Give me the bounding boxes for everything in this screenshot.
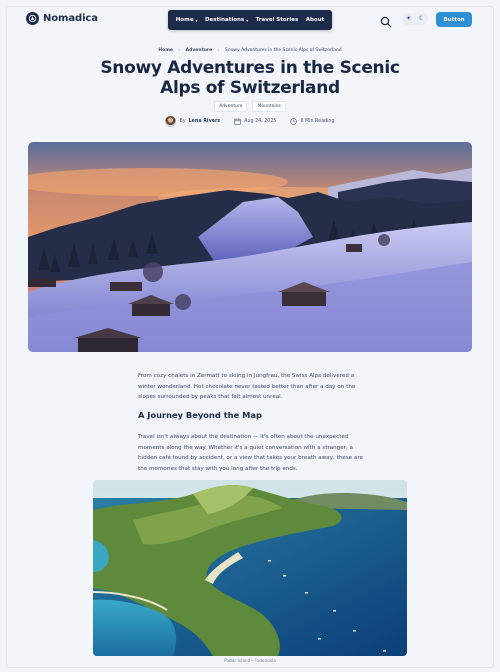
- main-nav: Home ▾ Destinations ▾ Travel Stories Abo…: [168, 10, 332, 30]
- logo-mark-icon: [26, 12, 39, 25]
- read-time: 6 Min Reading: [300, 119, 335, 124]
- tag-list: Adventure Mountains: [0, 101, 500, 112]
- breadcrumb: Home › Adventure › Snowy Adventures in t…: [0, 48, 500, 53]
- tag-adventure[interactable]: Adventure: [214, 101, 248, 112]
- article-meta: By Lena Rivers Aug 24, 2025 6 Min Readin…: [0, 116, 500, 127]
- site-logo[interactable]: Nomadica: [26, 12, 98, 25]
- moon-icon: ☾: [418, 15, 425, 22]
- island-image: [93, 480, 407, 656]
- chevron-down-icon: ▾: [246, 17, 249, 23]
- tag-mountains[interactable]: Mountains: [252, 101, 286, 112]
- breadcrumb-home[interactable]: Home: [158, 48, 173, 53]
- intro-paragraph: From cozy chalets in Zermatt to skiing i…: [138, 373, 356, 400]
- section-paragraph: Travel isn't always about the destinatio…: [138, 434, 363, 472]
- author-meta: By Lena Rivers: [165, 116, 220, 127]
- image-caption: Padar Island – Indonesia: [224, 659, 276, 664]
- nav-item-destinations[interactable]: Destinations ▾: [205, 17, 248, 23]
- author-name[interactable]: Lena Rivers: [189, 119, 221, 124]
- chevron-down-icon: ▾: [195, 17, 198, 23]
- breadcrumb-category[interactable]: Adventure: [186, 48, 213, 53]
- logo-text: Nomadica: [43, 13, 98, 24]
- section-heading: A Journey Beyond the Map: [138, 410, 262, 420]
- publish-date: Aug 24, 2025: [244, 119, 277, 124]
- theme-toggle[interactable]: ☀ ☾: [402, 13, 428, 25]
- avatar: [165, 116, 177, 127]
- breadcrumb-current: Snowy Adventures in the Scenic Alps of S…: [224, 48, 342, 53]
- hero-image: [28, 142, 472, 352]
- clock-icon: [290, 118, 298, 125]
- nav-item-about[interactable]: About: [306, 17, 325, 23]
- page-title: Snowy Adventures in the Scenic Alps of S…: [100, 58, 400, 98]
- header-cta-button[interactable]: Button: [436, 12, 472, 27]
- breadcrumb-separator: ›: [217, 48, 220, 53]
- search-icon[interactable]: [380, 13, 392, 28]
- calendar-icon: [234, 118, 241, 125]
- sun-icon: ☀: [405, 15, 412, 22]
- author-prefix: By: [179, 119, 186, 124]
- nav-item-travel-stories[interactable]: Travel Stories: [256, 17, 299, 23]
- date-meta: Aug 24, 2025: [234, 118, 276, 125]
- breadcrumb-separator: ›: [178, 48, 181, 53]
- read-time-meta: 6 Min Reading: [290, 118, 335, 125]
- nav-item-home[interactable]: Home ▾: [176, 17, 198, 23]
